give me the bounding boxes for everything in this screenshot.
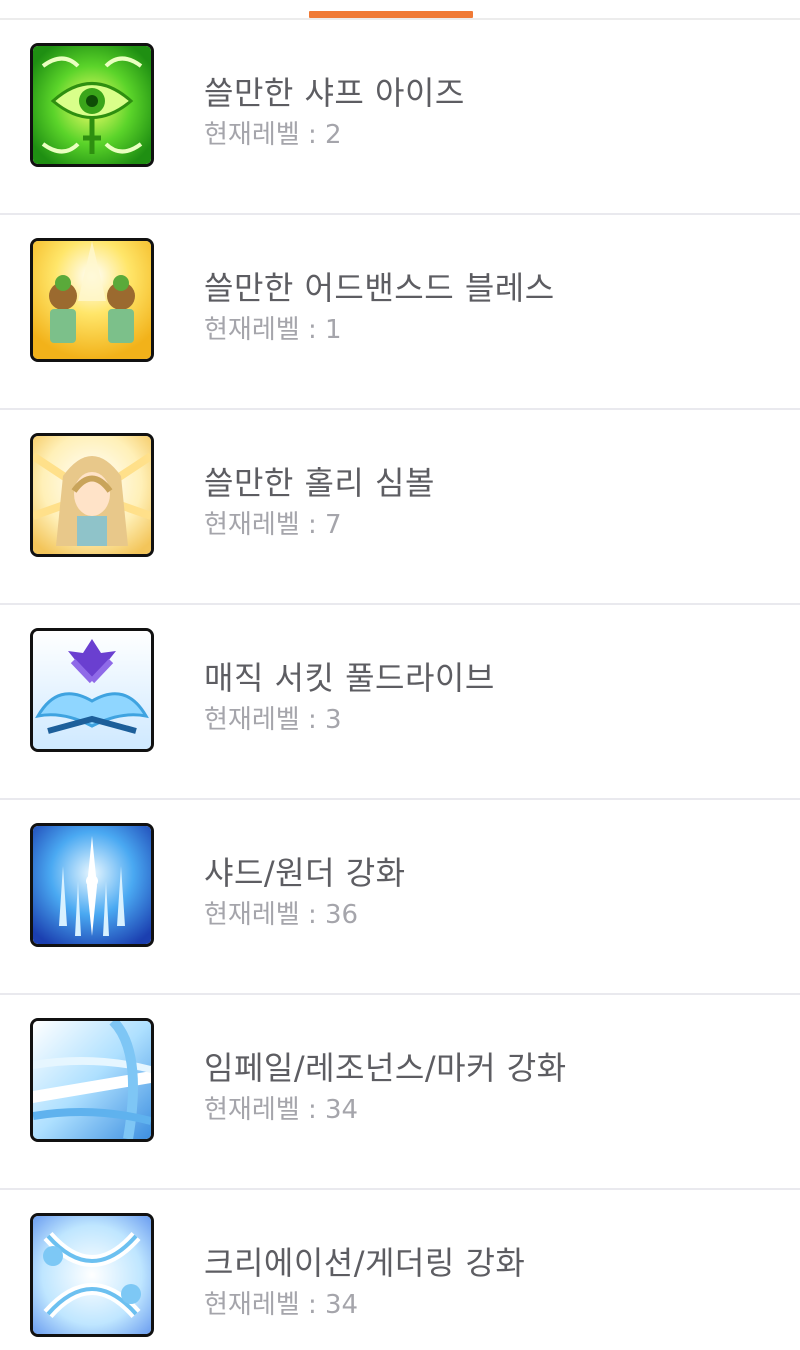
skill-level: 현재레벨 : 1 <box>204 315 342 345</box>
skill-level: 현재레벨 : 2 <box>204 120 342 150</box>
skill-name: 쓸만한 어드밴스드 블레스 <box>204 269 555 307</box>
skill-level: 현재레벨 : 3 <box>204 705 342 735</box>
skill-row[interactable]: 크리에이션/게더링 강화 현재레벨 : 34 <box>0 1190 800 1350</box>
active-tab-indicator <box>309 11 473 18</box>
advanced-bless-icon <box>30 238 154 362</box>
skill-row[interactable]: 임페일/레조넌스/마커 강화 현재레벨 : 34 <box>0 995 800 1190</box>
skill-row[interactable]: 쓸만한 어드밴스드 블레스 현재레벨 : 1 <box>0 215 800 410</box>
skill-level: 현재레벨 : 7 <box>204 510 342 540</box>
skill-list: 쓸만한 샤프 아이즈 현재레벨 : 2 쓸만한 어드밴스드 블레스 현재레벨:… <box>0 20 800 1350</box>
sharp-eyes-icon <box>30 43 154 167</box>
skill-name: 샤드/원더 강화 <box>204 854 406 892</box>
skill-name: 임페일/레조넌스/마커 강화 <box>204 1049 567 1087</box>
magic-circuit-icon <box>30 628 154 752</box>
skill-row[interactable]: 쓸만한 홀리 심볼 현재레벨 : 7 <box>0 410 800 605</box>
skill-level: 현재레벨 : 34 <box>204 1290 359 1320</box>
creation-gathering-icon <box>30 1213 154 1337</box>
tab-strip <box>0 0 800 20</box>
skill-name: 매직 서킷 풀드라이브 <box>204 659 495 697</box>
holy-symbol-icon <box>30 433 154 557</box>
skill-name: 쓸만한 홀리 심볼 <box>204 464 435 502</box>
skill-level: 현재레벨 : 36 <box>204 900 359 930</box>
skill-name: 크리에이션/게더링 강화 <box>204 1244 526 1282</box>
skill-row[interactable]: 매직 서킷 풀드라이브 현재레벨 : 3 <box>0 605 800 800</box>
impale-resonance-icon <box>30 1018 154 1142</box>
skill-level: 현재레벨 : 34 <box>204 1095 359 1125</box>
skill-name: 쓸만한 샤프 아이즈 <box>204 74 465 112</box>
shard-wonder-icon <box>30 823 154 947</box>
skill-row[interactable]: 샤드/원더 강화 현재레벨 : 36 <box>0 800 800 995</box>
skill-row[interactable]: 쓸만한 샤프 아이즈 현재레벨 : 2 <box>0 20 800 215</box>
